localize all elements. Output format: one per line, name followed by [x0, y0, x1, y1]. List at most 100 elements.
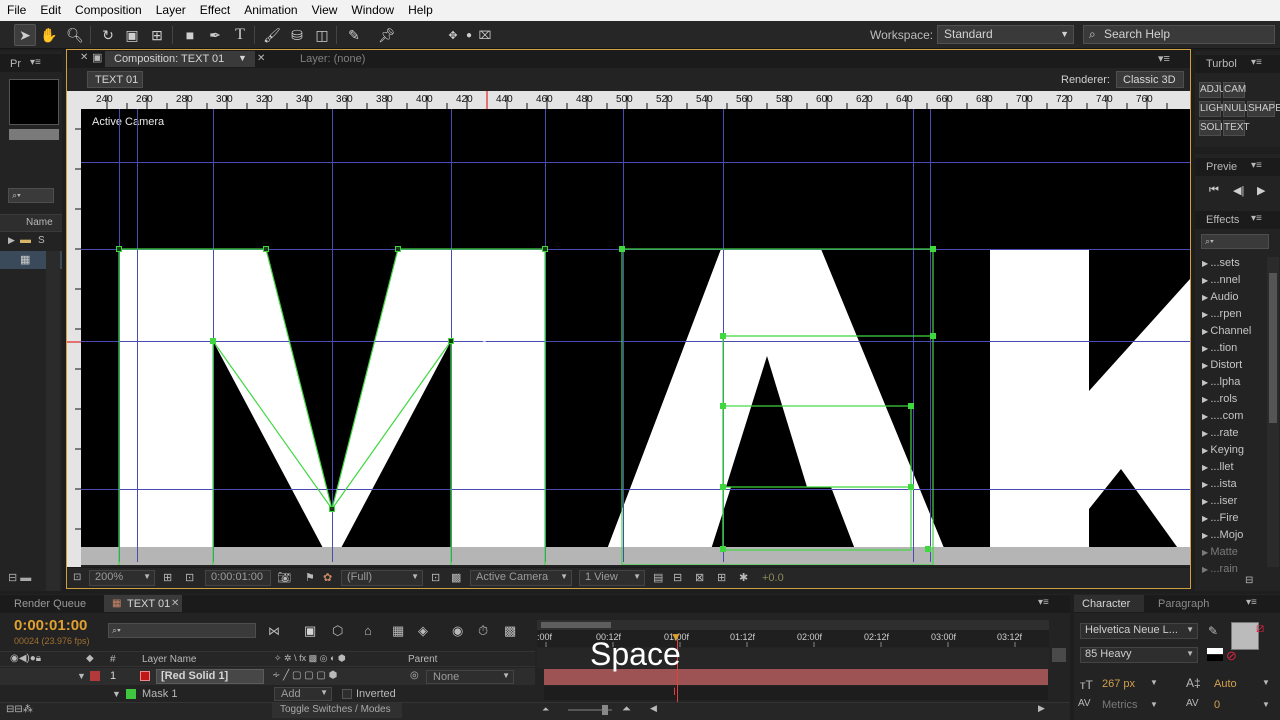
fast-preview-icon[interactable]: ⊟	[673, 571, 682, 584]
mask-vertex[interactable]	[720, 403, 726, 409]
menu-composition[interactable]: Composition	[68, 0, 149, 21]
close-icon[interactable]: ✕	[171, 598, 179, 609]
menu-window[interactable]: Window	[344, 0, 401, 21]
scrollbar[interactable]	[46, 251, 60, 591]
camera-tool-icon[interactable]: ▣	[121, 24, 143, 46]
font-size-value[interactable]: 267 px	[1102, 678, 1135, 690]
effects-category[interactable]: ▶ ...Mojo	[1202, 529, 1243, 541]
motion-blur-icon[interactable]: ▦	[392, 623, 404, 639]
rotate-tool-icon[interactable]: ↻	[97, 24, 119, 46]
mask-vertex[interactable]	[930, 246, 936, 252]
pan-behind-tool-icon[interactable]: ⊞	[146, 24, 168, 46]
mask-vertex[interactable]	[619, 246, 625, 252]
first-frame-icon[interactable]: ⏮	[1209, 184, 1219, 197]
fill-color-swatch[interactable]	[1231, 622, 1259, 650]
mask-vertex[interactable]	[908, 484, 914, 490]
menu-edit[interactable]: Edit	[33, 0, 68, 21]
switches-column-icon[interactable]: ✧ ✲ \ fx ▩ ◎ ◐ ⬢	[274, 653, 346, 664]
eraser-tool-icon[interactable]: ◫	[311, 24, 333, 46]
shy-layers-icon[interactable]: ⬡	[332, 623, 343, 639]
graph-editor-icon[interactable]: ◈	[418, 623, 428, 639]
folder-label[interactable]: S	[38, 235, 45, 246]
zoom-out-icon[interactable]: ⏶	[542, 704, 549, 715]
comp-flowchart-icon[interactable]: ⊞	[717, 571, 726, 584]
effects-category[interactable]: ▶ ...lpha	[1202, 376, 1240, 388]
scrollbar-thumb[interactable]	[1269, 273, 1277, 423]
region-of-interest-icon[interactable]: ⊡	[431, 571, 440, 584]
mask-vertex[interactable]	[116, 246, 122, 252]
effects-category[interactable]: ▶ ...tion	[1202, 342, 1237, 354]
rectangle-tool-icon[interactable]: ■	[179, 24, 201, 46]
effects-category[interactable]: ▶ Channel	[1202, 325, 1251, 337]
mask-vertex[interactable]	[720, 546, 726, 552]
frame-blending-icon[interactable]: ⌂	[364, 623, 372, 638]
mask-color-swatch[interactable]	[126, 689, 136, 699]
layer-label-color[interactable]	[90, 671, 100, 681]
effects-category[interactable]: ▶ ...llet	[1202, 461, 1234, 473]
mask-track[interactable]	[544, 686, 1048, 700]
label-column-icon[interactable]: ◆	[86, 653, 94, 664]
brush-tool-icon[interactable]: 🖌︎	[261, 24, 283, 46]
pixel-aspect-icon[interactable]: ▤	[653, 571, 663, 584]
panel-menu-icon[interactable]: ▾≡	[1251, 213, 1262, 224]
eyedropper-icon[interactable]: ✎	[1208, 624, 1218, 638]
close-icon[interactable]: ✕	[257, 53, 265, 64]
render-icon[interactable]: ▩	[504, 623, 516, 639]
preview-tab[interactable]: Previe	[1206, 161, 1237, 173]
play-icon[interactable]: ▶	[1257, 184, 1265, 197]
effects-search-input[interactable]: ⌕▾	[1201, 234, 1269, 249]
scroll-left-icon[interactable]: ◀	[650, 703, 657, 714]
close-icon[interactable]: ✕	[80, 52, 88, 63]
mask-vertex[interactable]	[395, 246, 401, 252]
parent-pickwhip-icon[interactable]: ◎	[410, 670, 419, 681]
expand-arrow-icon[interactable]: ▶	[8, 235, 15, 246]
safe-zones-icon[interactable]: ⊞	[163, 571, 172, 584]
adjustment-layer-button[interactable]: ADJU	[1199, 82, 1226, 98]
mask-vertex[interactable]	[720, 484, 726, 490]
menu-file[interactable]: File	[0, 0, 33, 21]
exposure-reset-icon[interactable]: ✱	[739, 571, 748, 584]
mask-vertex[interactable]	[448, 338, 454, 344]
view-layout-select[interactable]: 1 View ▼	[579, 570, 645, 586]
vertical-ruler[interactable]	[67, 109, 81, 567]
clone-stamp-tool-icon[interactable]: ⛁	[286, 24, 308, 46]
turbol-tab[interactable]: Turbol	[1206, 58, 1237, 70]
stroke-none-icon[interactable]: ⧄	[1256, 620, 1264, 636]
menu-help[interactable]: Help	[401, 0, 440, 21]
tracking-value[interactable]: 0	[1214, 699, 1220, 711]
effects-tab[interactable]: Effects	[1206, 214, 1239, 226]
scroll-up-button[interactable]	[1052, 648, 1066, 662]
effects-category[interactable]: ▶ ...rols	[1202, 393, 1237, 405]
panel-menu-icon[interactable]: ▾≡	[1158, 52, 1170, 65]
panel-menu-icon[interactable]: ▾≡	[1246, 597, 1257, 608]
composition-mini-flowchart-icon[interactable]: ⋈	[268, 624, 280, 638]
project-tab[interactable]: Pr	[10, 58, 21, 70]
parent-select[interactable]: None ▼	[426, 670, 514, 684]
hand-tool-icon[interactable]: ✋	[38, 24, 60, 46]
av-switches-icon[interactable]: ◉◀)●🔒︎	[10, 653, 41, 664]
selection-tool-icon[interactable]: ➤	[14, 24, 36, 46]
effects-category[interactable]: ▶ Distort	[1202, 359, 1242, 371]
effects-category[interactable]: ▶ Matte	[1202, 546, 1238, 558]
chevron-down-icon[interactable]: ▼	[1150, 700, 1158, 709]
menu-effect[interactable]: Effect	[193, 0, 237, 21]
camera-layer-button[interactable]: CAM	[1223, 82, 1246, 98]
channel-icon[interactable]: ✿	[323, 571, 332, 584]
menu-layer[interactable]: Layer	[149, 0, 193, 21]
show-snapshot-icon[interactable]: ⚑	[305, 571, 315, 584]
expand-arrow-icon[interactable]: ▼	[77, 671, 86, 681]
inverted-checkbox[interactable]	[342, 689, 352, 699]
timeline-timecode[interactable]: 0:00:01:00	[14, 617, 87, 634]
mask-name[interactable]: Mask 1	[142, 688, 177, 700]
light-layer-button[interactable]: LIGHT	[1199, 101, 1229, 117]
number-column[interactable]: #	[110, 654, 116, 665]
panel-menu-icon[interactable]: ▾≡	[1251, 160, 1262, 171]
expand-panes-icon[interactable]: ⊟⊟⁂	[6, 704, 33, 715]
effects-category[interactable]: ▶ ...rate	[1202, 427, 1239, 439]
comp-viewer[interactable]: Active Camera ↕	[81, 109, 1190, 565]
null-layer-button[interactable]: NULL	[1223, 101, 1250, 117]
effects-category[interactable]: ▶ Keying	[1202, 444, 1244, 456]
timeline-toggle-icon[interactable]: ⊠	[695, 571, 704, 584]
auto-keyframe-icon[interactable]: ⏱	[478, 623, 488, 639]
timeline-zoom-handle[interactable]	[602, 705, 608, 715]
